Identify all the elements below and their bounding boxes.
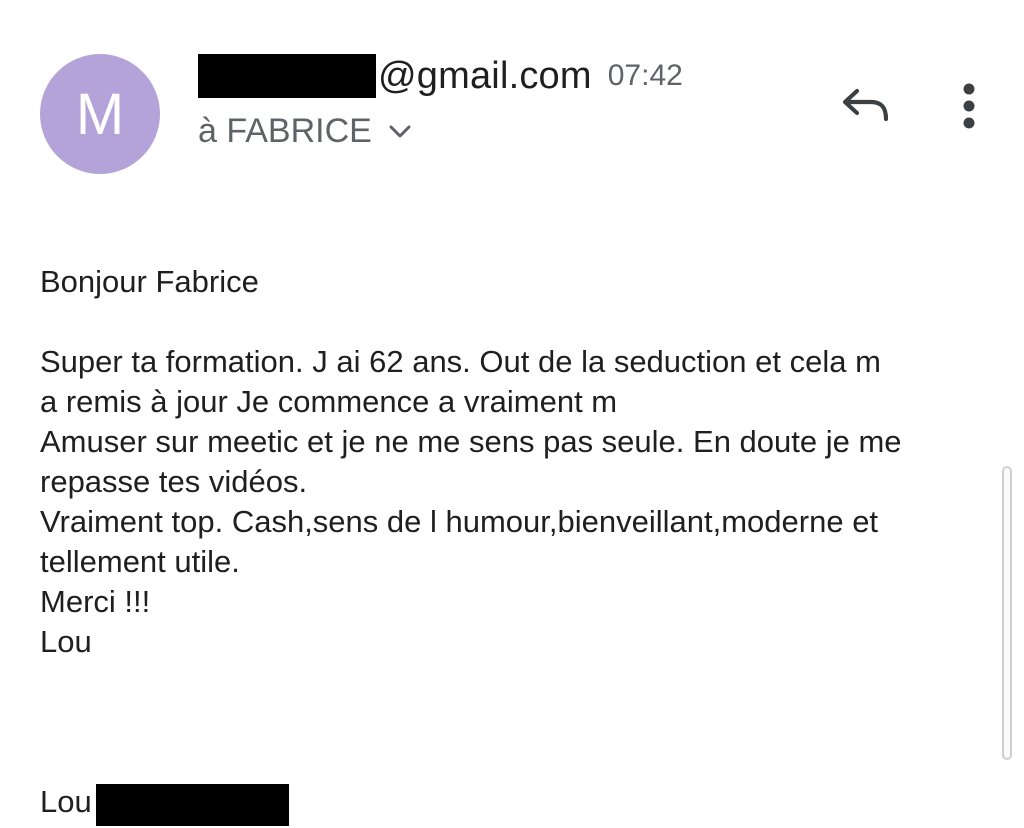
more-options-button[interactable] [946,78,992,134]
recipient-label: à FABRICE [198,112,372,150]
vertical-scrollbar[interactable] [1002,466,1012,760]
reply-icon [841,85,891,125]
sender-line: @gmail.com 07:42 [198,52,683,100]
reply-button[interactable] [838,80,894,130]
redacted-surname-block [95,784,289,826]
signature-first-name: Lou [40,784,92,819]
sender-email-domain: @gmail.com [378,54,592,97]
sender-avatar[interactable]: M [40,54,160,174]
chevron-down-icon[interactable] [388,124,412,140]
message-body: Bonjour Fabrice Super ta formation. J ai… [40,264,902,659]
redacted-email-block [198,54,376,98]
more-vert-icon [961,82,977,130]
recipient-details-toggle[interactable]: à FABRICE [198,112,412,151]
signature: Lou [40,778,289,826]
message-timestamp: 07:42 [607,59,683,92]
